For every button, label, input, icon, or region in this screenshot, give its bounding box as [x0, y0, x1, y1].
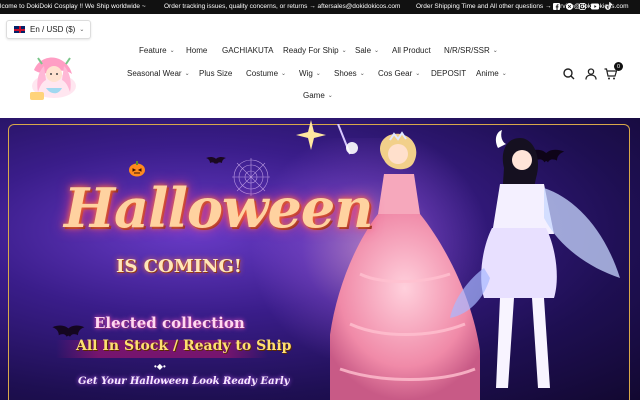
hero-banner[interactable]: Halloween IS COMING! Elected collection …	[0, 118, 640, 400]
chevron-down-icon: ⌄	[374, 48, 380, 54]
nav-item-plus-size[interactable]: Plus Size	[199, 69, 232, 78]
chevron-down-icon: ⌄	[169, 48, 175, 54]
tiktok-icon[interactable]	[604, 2, 612, 10]
nav-item-home[interactable]: Home	[186, 46, 207, 55]
x-icon[interactable]	[565, 2, 573, 10]
chevron-down-icon: ⌄	[359, 71, 365, 77]
nav-item-game[interactable]: Game ⌄	[303, 91, 333, 100]
chevron-down-icon: ⌄	[341, 48, 347, 54]
chevron-down-icon: ⌄	[492, 48, 498, 54]
youtube-icon[interactable]	[591, 2, 599, 10]
nav-item-deposit[interactable]: DEPOSIT	[431, 69, 466, 78]
currency-selector[interactable]: En / USD ($) ⌄	[6, 20, 92, 39]
hero-tagline: Get Your Halloween Look Ready Early	[78, 376, 290, 387]
nav-item-all-product[interactable]: All Product	[392, 46, 431, 55]
hero-divider: •◆•	[154, 362, 166, 371]
nav-item-anime[interactable]: Anime ⌄	[476, 69, 507, 78]
announcement-message-1: lcome to DokiDoki Cosplay !! We Ship wor…	[0, 3, 146, 10]
search-icon	[563, 68, 575, 80]
chevron-down-icon: ⌄	[79, 27, 85, 33]
star-icon	[296, 120, 326, 150]
nav-item-costume[interactable]: Costume ⌄	[246, 69, 286, 78]
announcement-bar: lcome to DokiDoki Cosplay !! We Ship wor…	[0, 0, 640, 14]
hero-stock-text: All In Stock / Ready to Ship	[76, 338, 292, 354]
chevron-down-icon: ⌄	[315, 71, 321, 77]
hero-collection-title: Elected collection	[94, 314, 245, 332]
chevron-down-icon: ⌄	[281, 71, 287, 77]
chevron-down-icon: ⌄	[327, 93, 333, 99]
nav-item-ready-for-ship[interactable]: Ready For Ship ⌄	[283, 46, 347, 55]
site-logo[interactable]	[26, 48, 82, 104]
hero-subheadline: IS COMING!	[116, 256, 242, 277]
hero-headline: Halloween	[64, 176, 374, 240]
user-icon	[585, 68, 597, 80]
chevron-down-icon: ⌄	[184, 71, 190, 77]
uk-flag-icon	[13, 25, 26, 34]
nav-item-seasonal-wear[interactable]: Seasonal Wear ⌄	[127, 69, 190, 78]
cart-button[interactable]: 0	[603, 62, 623, 81]
nav-item-gachiakuta[interactable]: GACHIAKUTA	[222, 46, 273, 55]
cosplayer-white-blue-outfit-image	[450, 130, 620, 388]
cart-count-badge: 0	[614, 62, 623, 71]
bat-icon	[206, 156, 226, 164]
chevron-down-icon: ⌄	[415, 71, 421, 77]
chevron-down-icon: ⌄	[501, 71, 507, 77]
nav-item-cos-gear[interactable]: Cos Gear ⌄	[378, 69, 420, 78]
social-links	[552, 2, 612, 10]
instagram-icon[interactable]	[578, 2, 586, 10]
nav-item-rarity[interactable]: N/R/SR/SSR ⌄	[444, 46, 498, 55]
account-button[interactable]	[584, 67, 598, 81]
announcement-message-2[interactable]: Order tracking issues, quality concerns,…	[164, 3, 400, 10]
nav-item-sale[interactable]: Sale ⌄	[355, 46, 379, 55]
nav-item-feature[interactable]: Feature ⌄	[139, 46, 175, 55]
currency-label: En / USD ($)	[30, 25, 76, 34]
nav-item-wig[interactable]: Wig ⌄	[299, 69, 321, 78]
facebook-icon[interactable]	[552, 2, 560, 10]
nav-item-shoes[interactable]: Shoes ⌄	[334, 69, 365, 78]
site-header: En / USD ($) ⌄ Feature ⌄ Home GACHIAKUTA …	[0, 14, 640, 118]
search-button[interactable]	[562, 67, 576, 81]
